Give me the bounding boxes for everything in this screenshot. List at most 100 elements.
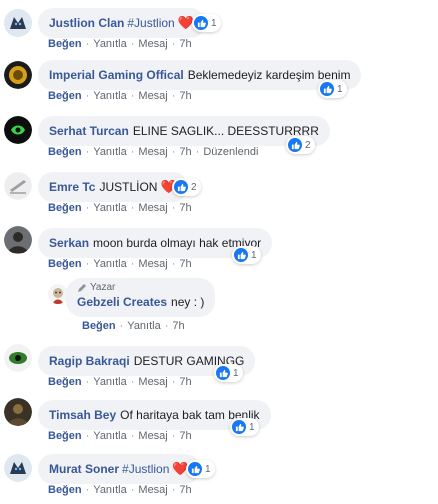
reply-link[interactable]: Yanıtla	[127, 320, 160, 332]
timestamp[interactable]: 7h	[172, 320, 184, 332]
reaction-number: 1	[249, 421, 255, 433]
timestamp[interactable]: 7h	[179, 146, 191, 158]
like-icon	[320, 82, 334, 96]
like-icon	[234, 248, 248, 262]
like-icon	[188, 462, 202, 476]
like-link[interactable]: Beğen	[48, 484, 82, 496]
reaction-number: 1	[337, 83, 343, 95]
separator: ·	[164, 320, 169, 332]
message-link[interactable]: Mesaj	[138, 38, 167, 50]
separator: ·	[171, 38, 176, 50]
like-link[interactable]: Beğen	[48, 90, 82, 102]
like-link[interactable]: Beğen	[48, 202, 82, 214]
message-link[interactable]: Mesaj	[138, 430, 167, 442]
avatar[interactable]	[4, 9, 32, 37]
separator: ·	[130, 202, 135, 214]
reply-link[interactable]: Yanıtla	[93, 430, 126, 442]
hashtag-link[interactable]: #Justlion	[122, 462, 169, 476]
comment-author[interactable]: Imperial Gaming Offical	[49, 68, 184, 82]
comment-actions: Beğen · Yanıtla · Mesaj · 7h	[48, 202, 192, 214]
reaction-count[interactable]: 1	[232, 246, 261, 264]
reply-link[interactable]: Yanıtla	[93, 202, 126, 214]
pen-icon	[78, 284, 86, 292]
like-link[interactable]: Beğen	[48, 146, 82, 158]
message-link[interactable]: Mesaj	[138, 90, 167, 102]
timestamp[interactable]: 7h	[179, 484, 191, 496]
reply-link[interactable]: Yanıtla	[93, 146, 126, 158]
message-link[interactable]: Mesaj	[138, 258, 167, 270]
like-link[interactable]: Beğen	[48, 430, 82, 442]
separator: ·	[85, 430, 90, 442]
avatar[interactable]	[4, 226, 32, 254]
separator: ·	[85, 376, 90, 388]
separator: ·	[130, 484, 135, 496]
avatar[interactable]	[4, 454, 32, 482]
like-link[interactable]: Beğen	[48, 258, 82, 270]
like-link[interactable]: Beğen	[82, 320, 116, 332]
timestamp[interactable]: 7h	[179, 38, 191, 50]
separator: ·	[130, 430, 135, 442]
reaction-count[interactable]: 1	[214, 364, 243, 382]
separator: ·	[85, 484, 90, 496]
avatar[interactable]	[48, 284, 68, 304]
comment-actions: Beğen · Yanıtla · Mesaj · 7h	[48, 484, 192, 496]
separator: ·	[85, 258, 90, 270]
avatar[interactable]	[4, 398, 32, 426]
comment-author[interactable]: Timsah Bey	[49, 408, 116, 422]
lion-emblem-icon	[4, 61, 32, 89]
comment-actions: Beğen · Yanıtla · Mesaj · 7h	[48, 376, 192, 388]
avatar[interactable]	[4, 61, 32, 89]
reaction-number: 1	[251, 249, 257, 261]
reply-link[interactable]: Yanıtla	[93, 376, 126, 388]
reply-link[interactable]: Yanıtla	[93, 38, 126, 50]
separator: ·	[130, 90, 135, 102]
comment-text: ney : )	[171, 295, 205, 309]
comment-author[interactable]: Serkan	[49, 236, 89, 250]
comment-author[interactable]: Ragip Bakraqi	[49, 354, 130, 368]
like-link[interactable]: Beğen	[48, 38, 82, 50]
edited-label[interactable]: Düzenlendi	[203, 146, 258, 158]
hashtag-link[interactable]: #Justlion	[127, 16, 174, 30]
separator: ·	[130, 38, 135, 50]
reply-link[interactable]: Yanıtla	[93, 90, 126, 102]
separator: ·	[85, 38, 90, 50]
comment-author[interactable]: Emre Tc	[49, 180, 95, 194]
separator: ·	[171, 376, 176, 388]
comment-author[interactable]: Justlion Clan	[49, 16, 124, 30]
message-link[interactable]: Mesaj	[138, 202, 167, 214]
wolf-icon	[4, 9, 32, 37]
comment-author[interactable]: Serhat Turcan	[49, 124, 129, 138]
comment-author[interactable]: Murat Soner	[49, 462, 119, 476]
timestamp[interactable]: 7h	[179, 430, 191, 442]
comment-author[interactable]: Gebzeli Creates	[77, 295, 167, 309]
separator: ·	[195, 146, 200, 158]
reaction-count[interactable]: 1	[318, 80, 347, 98]
reply-bubble: Yazar Gebzeli Creates ney : )	[66, 278, 216, 317]
reply-link[interactable]: Yanıtla	[93, 258, 126, 270]
avatar[interactable]	[4, 116, 32, 144]
timestamp[interactable]: 7h	[179, 202, 191, 214]
message-link[interactable]: Mesaj	[138, 376, 167, 388]
reaction-count[interactable]: 1	[186, 460, 215, 478]
separator: ·	[171, 90, 176, 102]
message-link[interactable]: Mesaj	[138, 146, 167, 158]
like-link[interactable]: Beğen	[48, 376, 82, 388]
comment-bubble: Imperial Gaming Offical Beklemedeyiz kard…	[38, 60, 362, 90]
reaction-count[interactable]: 1	[192, 14, 221, 32]
separator: ·	[130, 376, 135, 388]
reaction-count[interactable]: 2	[172, 178, 201, 196]
reaction-count[interactable]: 2	[286, 136, 315, 154]
timestamp[interactable]: 7h	[179, 376, 191, 388]
like-icon	[288, 138, 302, 152]
comment-actions: Beğen · Yanıtla · Mesaj · 7h	[48, 38, 192, 50]
avatar[interactable]	[4, 172, 32, 200]
badge-label: Yazar	[90, 282, 116, 293]
message-link[interactable]: Mesaj	[138, 484, 167, 496]
timestamp[interactable]: 7h	[179, 90, 191, 102]
comment-bubble: Emre Tc JUSTLİON ❤️	[38, 172, 188, 202]
avatar[interactable]	[4, 344, 32, 372]
reply-link[interactable]: Yanıtla	[93, 484, 126, 496]
reaction-count[interactable]: 1	[230, 418, 259, 436]
timestamp[interactable]: 7h	[179, 258, 191, 270]
reaction-number: 1	[211, 17, 217, 29]
